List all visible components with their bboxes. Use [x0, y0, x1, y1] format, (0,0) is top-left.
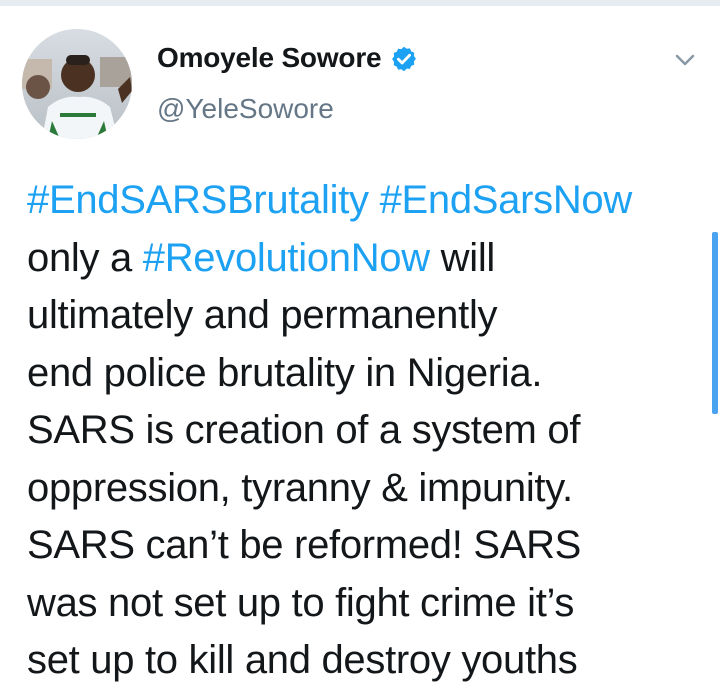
- tweet-line: #EndSARSBrutality #EndSarsNow: [27, 172, 717, 230]
- tweet-line: was not set up to fight crime it’s: [27, 580, 575, 625]
- tweet-line: ultimately and permanently: [27, 293, 498, 337]
- tweet-text: #EndSARSBrutality #EndSarsNow only a #Re…: [27, 172, 717, 690]
- hashtag-link[interactable]: #EndSARSBrutality: [27, 178, 369, 222]
- author-display-name[interactable]: Omoyele Sowore: [157, 42, 382, 74]
- tweet-line: SARS can’t be reformed! SARS: [27, 523, 582, 567]
- tweet-line: oppression, tyranny & impunity.: [27, 465, 573, 510]
- tweet-text-fragment: only a: [27, 235, 143, 280]
- chevron-down-icon[interactable]: [674, 52, 696, 68]
- tweet-line: only a #RevolutionNow will: [27, 230, 717, 288]
- top-divider: [0, 0, 720, 6]
- avatar[interactable]: [22, 29, 132, 139]
- tweet-line: set up to kill and destroy youths: [27, 638, 578, 682]
- hashtag-link[interactable]: #EndSarsNow: [380, 178, 633, 222]
- author-handle[interactable]: @YeleSowore: [157, 93, 334, 125]
- tweet-line: end police brutality in Nigeria.: [27, 350, 543, 395]
- tweet-text-fragment: will: [429, 235, 496, 280]
- hashtag-link[interactable]: #RevolutionNow: [143, 236, 430, 280]
- verified-badge-icon: [390, 45, 418, 73]
- scrollbar[interactable]: [712, 232, 718, 414]
- tweet-line: SARS is creation of a system of: [27, 408, 581, 452]
